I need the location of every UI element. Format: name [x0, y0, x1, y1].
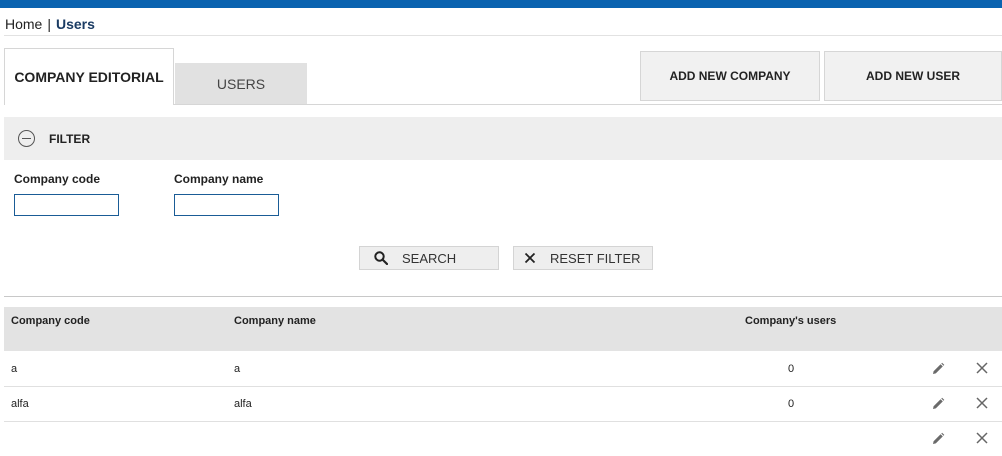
tabs-divider: [174, 104, 1002, 105]
company-name-label: Company name: [174, 172, 264, 186]
top-accent-bar: [0, 0, 1002, 8]
pencil-icon[interactable]: [931, 397, 945, 411]
cell-company-code: alfa: [11, 398, 29, 410]
cell-company-name: alfa: [234, 398, 252, 410]
breadcrumb: Home | Users: [5, 16, 95, 32]
table-row: a a 0: [4, 352, 1002, 387]
table-top-divider: [4, 296, 1002, 297]
cell-company-code: a: [11, 363, 18, 375]
table-header: Company code Company name Company's user…: [4, 307, 1002, 351]
header-company-users[interactable]: Company's users: [745, 315, 836, 327]
close-icon: [524, 252, 536, 264]
company-code-label: Company code: [14, 172, 101, 186]
table-row: [4, 422, 1002, 456]
pencil-icon[interactable]: [931, 432, 945, 446]
table-row: alfa alfa 0: [4, 387, 1002, 422]
search-button[interactable]: SEARCH: [359, 246, 499, 270]
header-company-code[interactable]: Company code: [11, 315, 90, 327]
minus-circle-icon[interactable]: [18, 130, 35, 147]
add-new-company-button[interactable]: ADD NEW COMPANY: [640, 51, 820, 101]
add-new-user-button[interactable]: ADD NEW USER: [824, 51, 1002, 101]
reset-filter-label: RESET FILTER: [550, 250, 641, 266]
breadcrumb-separator: |: [47, 16, 51, 32]
company-name-input[interactable]: [174, 194, 279, 216]
search-button-label: SEARCH: [402, 250, 457, 266]
cell-company-name: a: [234, 363, 241, 375]
breadcrumb-divider: [4, 35, 1002, 36]
close-icon[interactable]: [976, 432, 988, 444]
reset-filter-button[interactable]: RESET FILTER: [513, 246, 653, 270]
close-icon[interactable]: [976, 397, 988, 409]
breadcrumb-current: Users: [56, 16, 95, 32]
filter-title: FILTER: [49, 131, 91, 146]
cell-company-users: 0: [788, 398, 795, 410]
tab-users[interactable]: USERS: [175, 63, 307, 105]
pencil-icon[interactable]: [931, 362, 945, 376]
filter-panel-header[interactable]: FILTER: [4, 117, 1002, 160]
tab-company-editorial[interactable]: COMPANY EDITORIAL: [4, 48, 174, 105]
cell-company-users: 0: [788, 363, 795, 375]
search-icon: [374, 251, 388, 265]
header-company-name[interactable]: Company name: [234, 315, 316, 327]
breadcrumb-home[interactable]: Home: [5, 16, 42, 32]
company-code-input[interactable]: [14, 194, 119, 216]
close-icon[interactable]: [976, 362, 988, 374]
